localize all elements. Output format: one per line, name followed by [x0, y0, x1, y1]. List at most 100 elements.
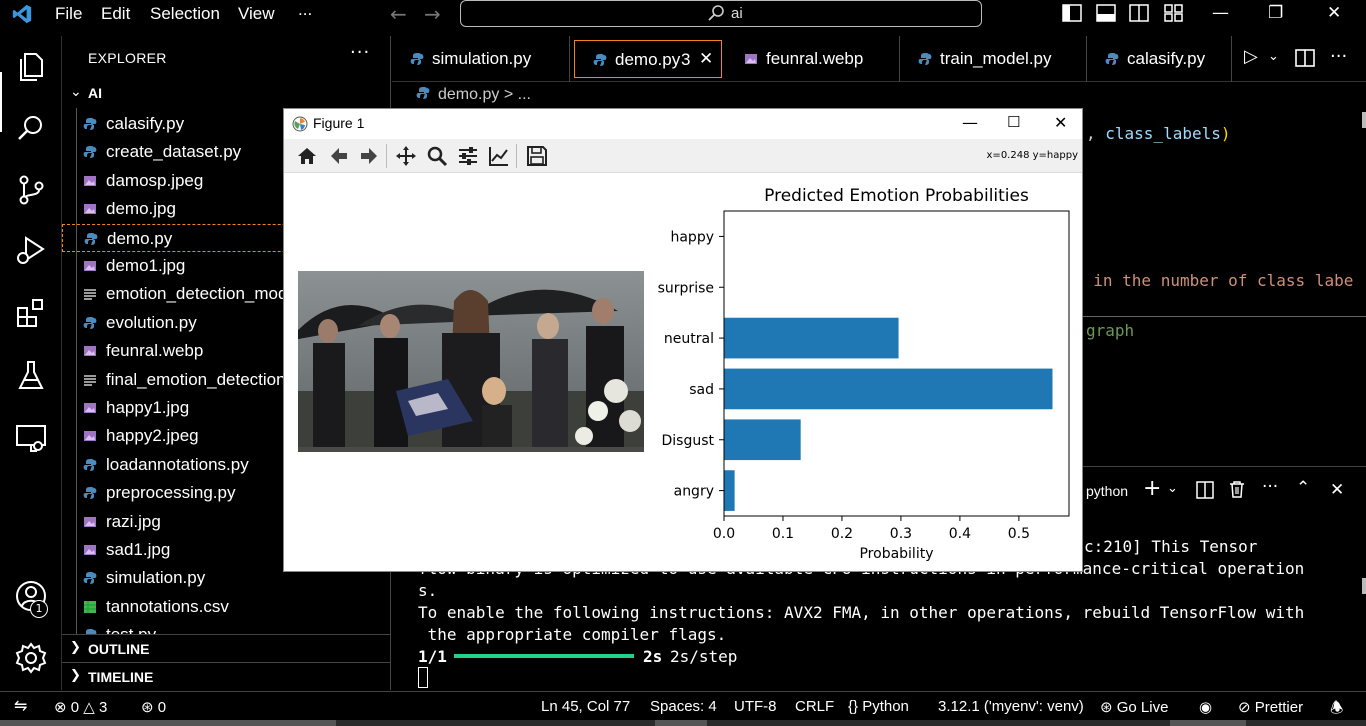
- problems-status[interactable]: ⊗ 0 △ 3: [54, 698, 107, 716]
- tab-train-model[interactable]: train_model.py: [900, 36, 1087, 82]
- file-name: happy1.jpg: [106, 398, 190, 417]
- code-comment: graph: [1086, 321, 1135, 340]
- explorer-more-icon[interactable]: ···: [350, 42, 370, 63]
- language-mode[interactable]: {} Python: [848, 698, 909, 715]
- save-figure-icon[interactable]: [526, 145, 548, 167]
- forward-icon[interactable]: [358, 145, 380, 167]
- figure-maximize-icon[interactable]: ☐: [1007, 113, 1020, 131]
- source-control-icon[interactable]: [13, 172, 49, 208]
- status-bar: ⇋ ⊗ 0 △ 3 ⊛ 0 Ln 45, Col 77 Spaces: 4 UT…: [0, 691, 1366, 720]
- x-tick-label: 0.2: [831, 526, 853, 542]
- python-file-icon: [83, 572, 97, 585]
- python-interpreter[interactable]: 3.12.1 ('myenv': venv): [938, 698, 1084, 715]
- ports-status[interactable]: ⊛ 0: [141, 698, 166, 716]
- split-editor-icon[interactable]: [1295, 48, 1315, 68]
- maximize-panel-icon[interactable]: ⌃: [1296, 478, 1310, 498]
- testing-flask-icon[interactable]: [13, 358, 49, 394]
- indentation[interactable]: Spaces: 4: [650, 698, 717, 715]
- tab-simulation[interactable]: simulation.py: [392, 36, 570, 82]
- breadcrumb[interactable]: demo.py > ...: [416, 86, 531, 104]
- tab-calasify[interactable]: calasify.py: [1087, 36, 1232, 82]
- toggle-sidebar-icon[interactable]: [1062, 4, 1082, 22]
- folder-ai[interactable]: ⌄ AI: [62, 82, 390, 106]
- close-window-icon[interactable]: ✕: [1327, 3, 1341, 23]
- toggle-panel-icon[interactable]: [1096, 4, 1116, 22]
- settings-gear-icon[interactable]: [13, 640, 49, 676]
- menu-edit[interactable]: Edit: [101, 4, 130, 24]
- prettier-status[interactable]: ⊘ Prettier: [1238, 698, 1303, 716]
- more-actions-icon[interactable]: ···: [1330, 46, 1347, 67]
- editor-scroll-marker: [1362, 112, 1366, 128]
- remote-indicator-icon[interactable]: ⇋: [14, 696, 27, 716]
- prohibited-icon: ⊘: [1238, 699, 1251, 716]
- panel-more-icon[interactable]: ···: [1262, 477, 1278, 497]
- toggle-secondary-sidebar-icon[interactable]: [1129, 4, 1149, 22]
- run-debug-icon[interactable]: [13, 232, 49, 268]
- menu-more[interactable]: ...: [298, 0, 312, 20]
- bar-neutral: [724, 317, 899, 359]
- configure-subplots-icon[interactable]: [457, 145, 479, 167]
- error-count: 0: [70, 699, 80, 716]
- restore-icon[interactable]: ❐: [1268, 3, 1283, 23]
- figure-minimize-icon[interactable]: —: [962, 113, 978, 132]
- forward-arrow-icon[interactable]: →: [424, 2, 441, 26]
- tab-demo[interactable]: demo.py 3 ✕: [574, 40, 722, 78]
- python-file-icon: [83, 487, 97, 500]
- taskbar-strip: [0, 720, 1366, 726]
- remote-explorer-icon[interactable]: [13, 420, 49, 456]
- menu-selection[interactable]: Selection: [150, 4, 220, 24]
- cursor-position[interactable]: Ln 45, Col 77: [541, 698, 630, 715]
- terminal-cursor: [418, 667, 428, 688]
- image-file-icon: [84, 261, 96, 271]
- menu-view[interactable]: View: [238, 4, 275, 24]
- run-dropdown-icon[interactable]: ⌄: [1268, 49, 1279, 64]
- active-indicator: [0, 72, 2, 132]
- encoding[interactable]: UTF-8: [734, 698, 777, 715]
- menu-file[interactable]: File: [55, 4, 82, 24]
- terminal-line: s.: [418, 581, 438, 600]
- command-center-search[interactable]: ai: [460, 0, 982, 27]
- file-item[interactable]: tannotations.csv: [62, 593, 390, 621]
- copilot-disabled-icon[interactable]: ◉: [1199, 698, 1212, 716]
- progress-step: 1/1: [418, 647, 447, 666]
- zoom-icon[interactable]: [426, 145, 448, 167]
- file-name: sad1.jpg: [106, 540, 171, 559]
- figure-close-icon[interactable]: ✕: [1054, 113, 1067, 132]
- edit-axis-icon[interactable]: [488, 145, 510, 167]
- home-icon[interactable]: [296, 145, 318, 167]
- new-terminal-icon[interactable]: +: [1143, 476, 1161, 501]
- back-icon[interactable]: [328, 145, 350, 167]
- vscode-logo-icon: [12, 4, 32, 24]
- terminal-dropdown-icon[interactable]: ⌄: [1167, 481, 1178, 496]
- timeline-section[interactable]: ❯ TIMELINE: [62, 662, 390, 690]
- split-terminal-icon[interactable]: [1196, 481, 1214, 499]
- trash-icon[interactable]: [1229, 480, 1245, 498]
- go-live[interactable]: ⊛ Go Live: [1100, 698, 1168, 716]
- timeline-title: TIMELINE: [88, 669, 154, 685]
- minimize-icon[interactable]: —: [1212, 3, 1229, 23]
- file-name: loadannotations.py: [106, 454, 249, 474]
- search-icon[interactable]: [13, 110, 49, 146]
- explorer-title: EXPLORER: [88, 50, 167, 66]
- taskbar-segment: [1170, 720, 1246, 726]
- terminal-name[interactable]: python: [1086, 483, 1128, 499]
- close-panel-icon[interactable]: ✕: [1330, 480, 1344, 500]
- python-file-icon: [416, 87, 430, 99]
- warning-icon: △: [83, 699, 95, 716]
- outline-section[interactable]: ❯ OUTLINE: [62, 634, 390, 662]
- account-badge: 1: [30, 600, 48, 618]
- terminal-line: To enable the following instructions: AV…: [418, 603, 1305, 622]
- end-of-line[interactable]: CRLF: [795, 698, 834, 715]
- cursor-coordinates: x=0.248 y=happy: [986, 150, 1078, 161]
- pan-icon[interactable]: [395, 145, 417, 167]
- x-tick-label: 0.5: [1008, 526, 1030, 542]
- tab-feunral[interactable]: feunral.webp: [726, 36, 900, 82]
- image-file-icon: [84, 346, 96, 357]
- run-file-icon[interactable]: ▷: [1244, 46, 1258, 67]
- back-arrow-icon[interactable]: ←: [390, 2, 407, 26]
- extensions-icon[interactable]: [13, 296, 49, 332]
- explorer-files-icon[interactable]: [13, 48, 49, 84]
- customize-layout-icon[interactable]: [1164, 4, 1184, 22]
- x-tick-label: 0.0: [713, 526, 735, 542]
- close-tab-icon[interactable]: ✕: [699, 49, 713, 69]
